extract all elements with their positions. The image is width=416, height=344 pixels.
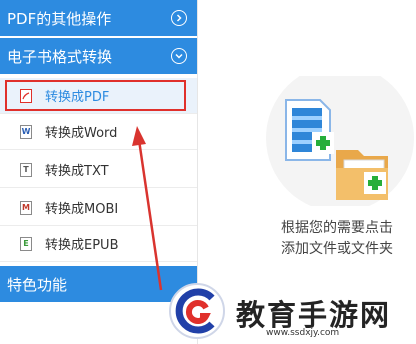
section-pdf-other-operations[interactable]: PDF的其他操作 bbox=[0, 0, 197, 36]
chevron-right-icon[interactable] bbox=[171, 10, 187, 26]
hint-line-2: 添加文件或文件夹 bbox=[281, 241, 393, 257]
sidebar-item-label: 转换成PDF bbox=[45, 90, 110, 105]
section-label: 电子书格式转换 bbox=[7, 47, 113, 66]
txt-file-icon: T bbox=[20, 162, 32, 177]
hint-line-1: 根据您的需要点击 bbox=[281, 220, 393, 236]
add-plus-icon bbox=[312, 132, 334, 154]
add-plus-icon bbox=[364, 172, 386, 194]
sidebar-item-to-mobi[interactable]: M 转换成MOBI bbox=[0, 190, 197, 226]
sidebar-item-to-txt[interactable]: T 转换成TXT bbox=[0, 152, 197, 188]
sidebar-item-to-epub[interactable]: E 转换成EPUB bbox=[0, 226, 197, 262]
epub-file-icon: E bbox=[20, 236, 32, 251]
sidebar-item-label: 转换成MOBI bbox=[45, 202, 119, 217]
section-label: PDF的其他操作 bbox=[7, 9, 112, 28]
mobi-file-icon: M bbox=[20, 200, 32, 215]
sidebar-item-label: 转换成EPUB bbox=[45, 238, 119, 253]
sidebar-item-label: 转换成Word bbox=[45, 126, 118, 141]
word-file-icon: W bbox=[20, 124, 32, 139]
add-files-illustration[interactable] bbox=[264, 76, 414, 206]
watermark-logo bbox=[169, 283, 225, 339]
sidebar-item-label: 转换成TXT bbox=[45, 164, 109, 179]
add-files-hint: 根据您的需要点击 添加文件或文件夹 bbox=[262, 218, 412, 260]
pdf-file-icon bbox=[20, 88, 32, 103]
watermark-url: www.ssdxjy.com bbox=[266, 328, 340, 338]
chevron-down-icon[interactable] bbox=[171, 48, 187, 64]
sidebar-item-to-pdf[interactable]: 转换成PDF bbox=[0, 78, 197, 114]
section-ebook-format-convert[interactable]: 电子书格式转换 bbox=[0, 38, 197, 74]
sidebar-item-to-word[interactable]: W 转换成Word bbox=[0, 114, 197, 150]
